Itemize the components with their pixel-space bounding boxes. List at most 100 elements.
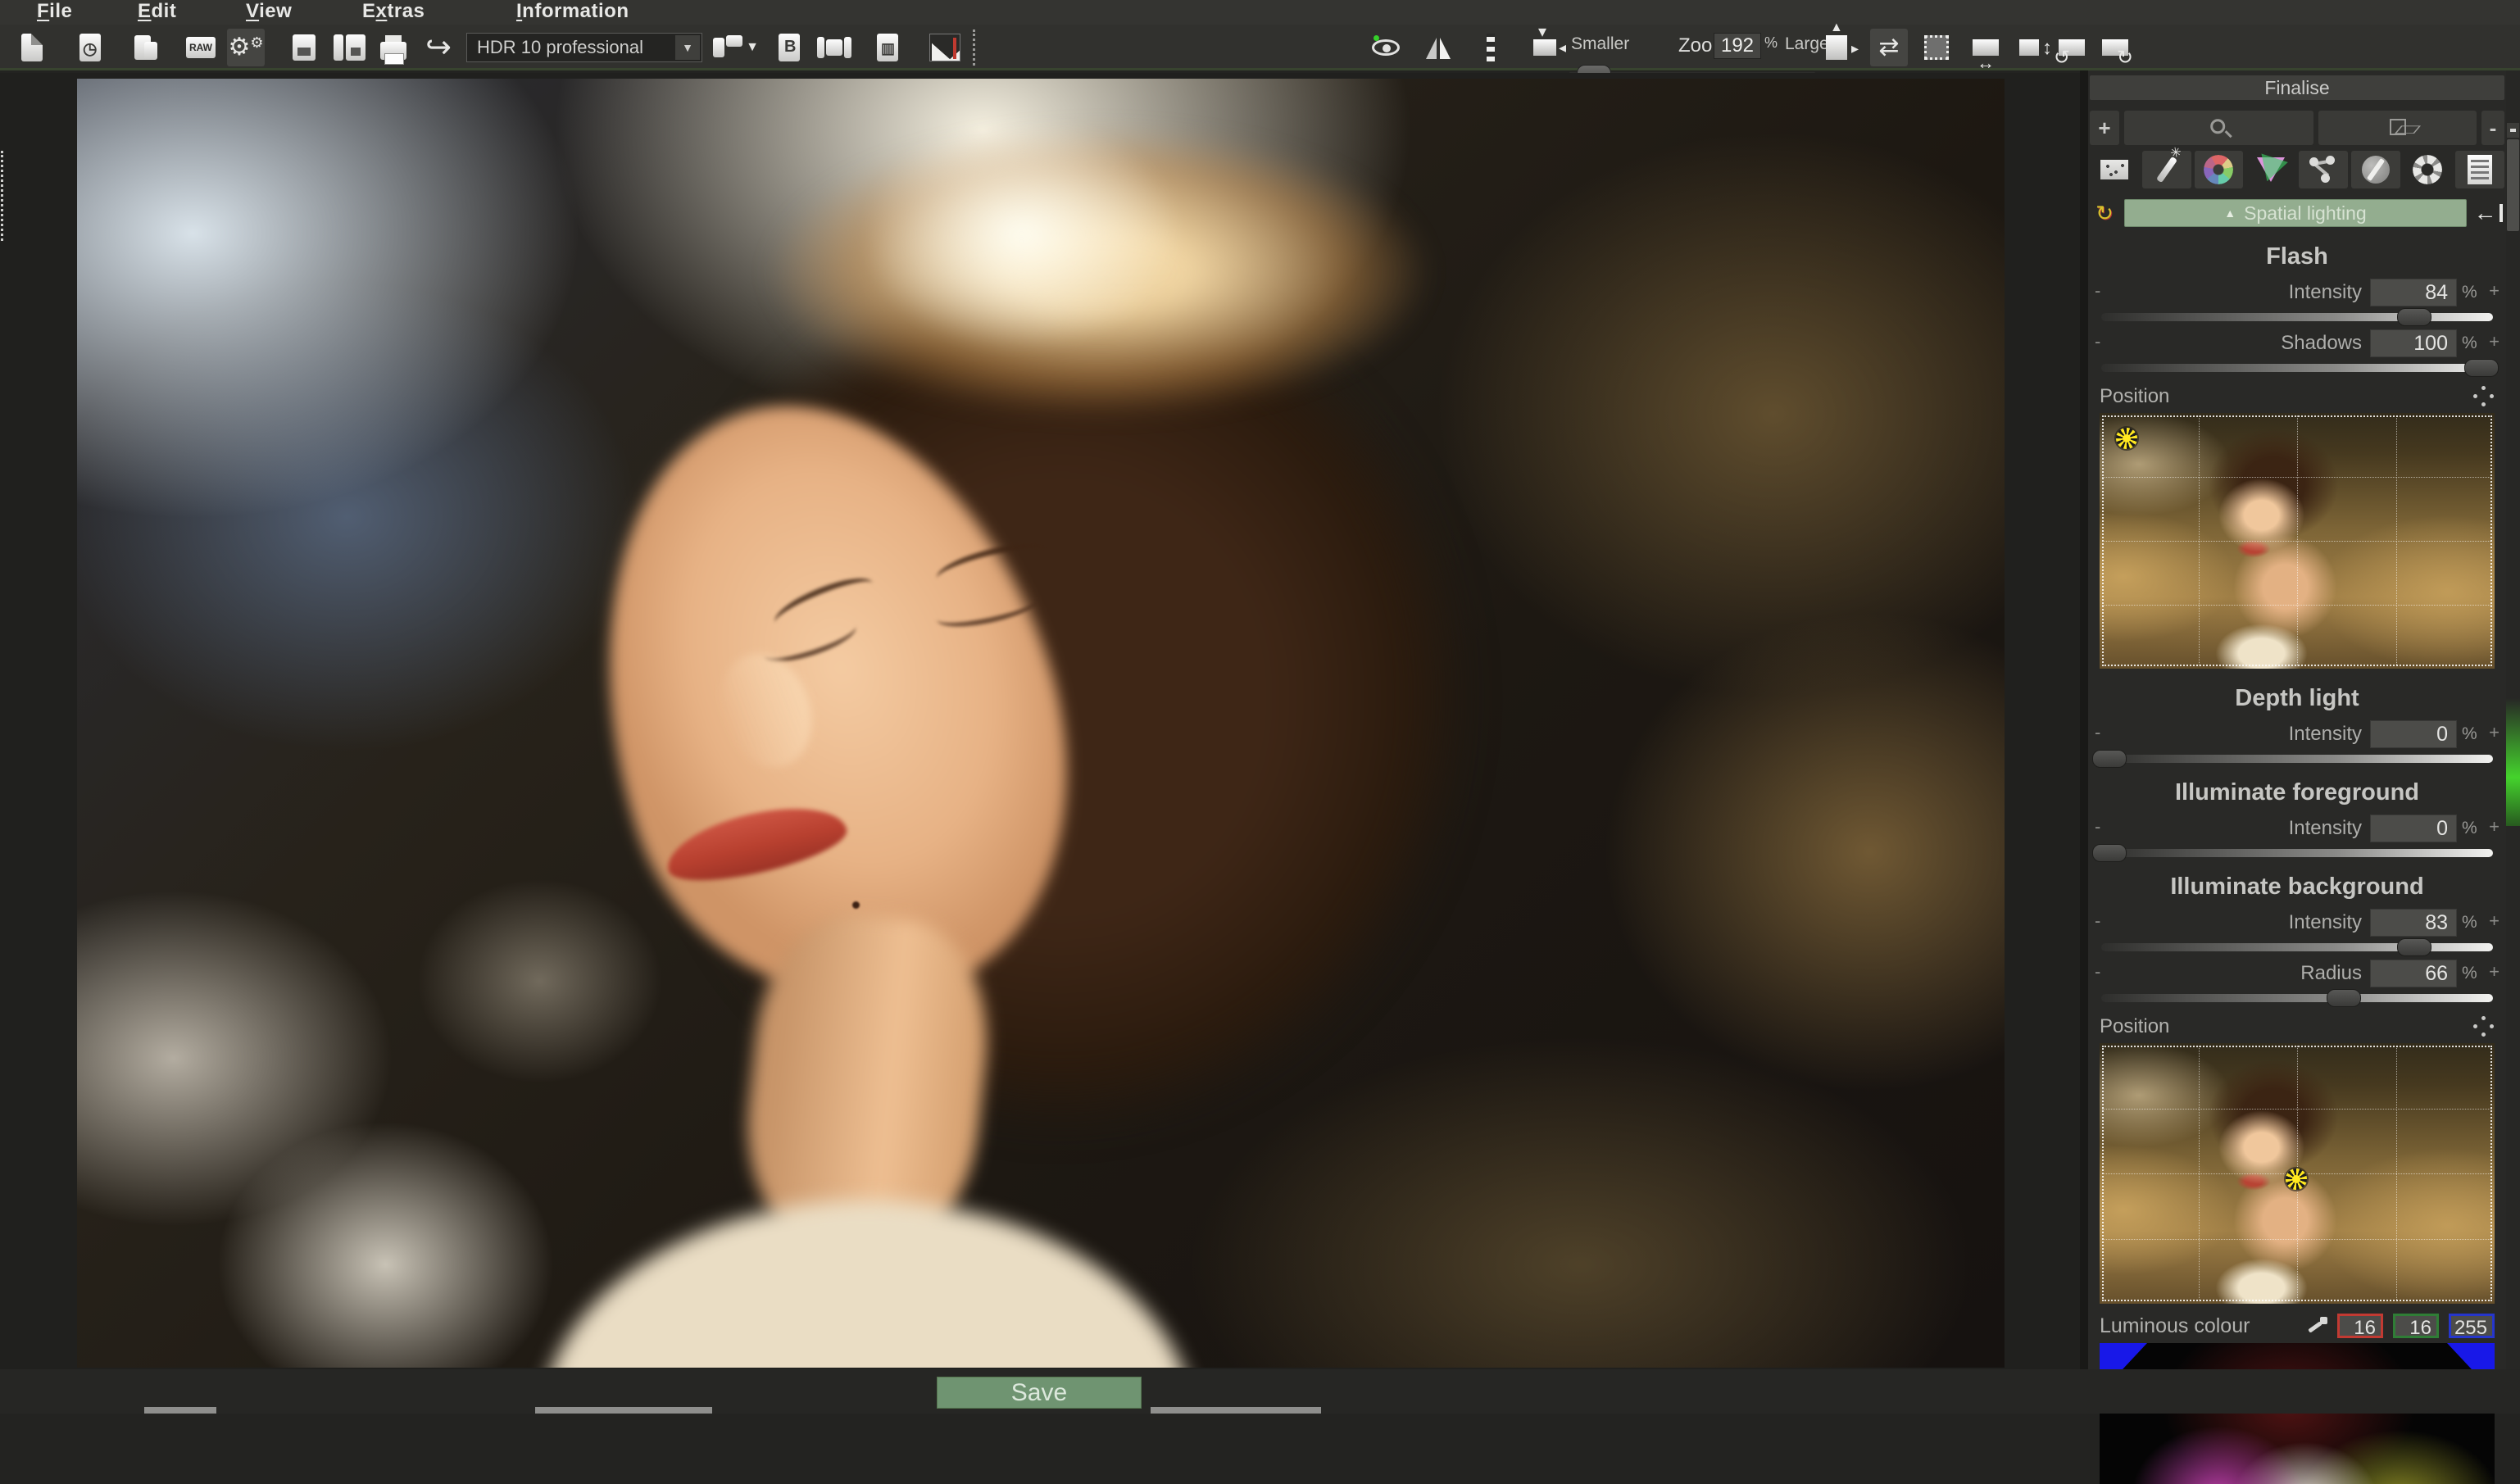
slider-thumb[interactable] [2092, 750, 2127, 768]
new-project-button[interactable] [13, 29, 51, 66]
node-graph-tool-button[interactable] [2299, 151, 2348, 188]
decrease-button[interactable]: - [2095, 961, 2100, 983]
slider-thumb[interactable] [2092, 844, 2127, 862]
decrease-button[interactable]: - [2095, 280, 2100, 302]
background-radius-value[interactable]: 66 [2370, 960, 2457, 987]
increase-button[interactable]: + [2489, 816, 2500, 837]
rotate-left-button[interactable] [2053, 29, 2091, 66]
increase-button[interactable]: + [2489, 331, 2500, 352]
zoom-value-input[interactable] [1714, 33, 1761, 59]
save-as-button[interactable] [330, 29, 368, 66]
menu-edit[interactable]: Edit [138, 0, 176, 25]
aperture-tool-button[interactable] [2404, 151, 2453, 188]
grain-tool-button[interactable] [2090, 151, 2139, 188]
slider-thumb[interactable] [2464, 359, 2499, 377]
flash-shadows-slider[interactable] [2101, 364, 2493, 372]
depth-intensity-slider[interactable] [2101, 755, 2493, 763]
layout-panels-button[interactable] [815, 29, 853, 66]
background-intensity-slider[interactable] [2101, 943, 2493, 951]
color-space-tool-button[interactable] [2246, 151, 2295, 188]
flash-intensity-value[interactable]: 84 [2370, 279, 2457, 306]
device-transfer-button[interactable]: ▼ [710, 29, 762, 66]
menu-information[interactable]: Information [516, 0, 629, 25]
histogram-button[interactable] [926, 29, 964, 66]
flash-position-thumbnail[interactable] [2100, 413, 2495, 669]
move-dots-icon[interactable] [2473, 386, 2495, 407]
photo-canvas[interactable] [77, 79, 2005, 1368]
dropdown-arrow-icon[interactable]: ▼ [675, 35, 700, 60]
device-icon [713, 38, 724, 57]
increase-button[interactable]: + [2489, 961, 2500, 983]
slider-label: Intensity [2100, 911, 2370, 934]
depth-intensity-value[interactable]: 0 [2370, 720, 2457, 748]
raw-converter-button[interactable]: RAW [182, 29, 220, 66]
print-button[interactable] [375, 29, 412, 66]
reset-category-button[interactable]: ↻ [2090, 199, 2119, 227]
menu-view[interactable]: View [246, 0, 292, 25]
report-tool-button[interactable] [2455, 151, 2504, 188]
paint-tool-button[interactable] [2351, 151, 2400, 188]
save-project-button[interactable] [285, 29, 323, 66]
rotate-tool-button[interactable]: ⇄ [1870, 29, 1908, 66]
post-processing-button[interactable]: ⚙⚙ [227, 29, 265, 66]
increase-button[interactable]: + [2489, 280, 2500, 302]
export-button[interactable]: ↪ [420, 29, 457, 66]
color-picker-icon[interactable] [2306, 1315, 2327, 1337]
increase-button[interactable]: + [2489, 722, 2500, 743]
flash-shadows-value[interactable]: 100 [2370, 329, 2457, 357]
remove-preset-button[interactable]: - [2481, 111, 2504, 145]
increase-button[interactable]: + [2489, 910, 2500, 932]
background-position-thumbnail[interactable] [2100, 1043, 2495, 1304]
scale-width-button[interactable] [1967, 29, 2005, 66]
left-panel-handle[interactable] [1, 151, 3, 241]
red-value[interactable]: 16 [2337, 1314, 2383, 1338]
crop-tool-button[interactable] [1918, 29, 1955, 66]
color-wheel-tool-button[interactable] [2195, 151, 2244, 188]
3d-view-button[interactable] [2318, 111, 2477, 145]
history-button[interactable]: ◷ [71, 29, 109, 66]
flash-intensity-slider[interactable] [2101, 313, 2493, 321]
checker-mask-icon [1487, 34, 1495, 61]
menu-file[interactable]: File [37, 0, 72, 25]
background-intensity-value[interactable]: 83 [2370, 909, 2457, 937]
light-source-marker[interactable] [2116, 428, 2137, 449]
foreground-intensity-value[interactable]: 0 [2370, 815, 2457, 842]
decrease-button[interactable]: - [2095, 722, 2100, 743]
slider-thumb[interactable] [2397, 308, 2431, 326]
category-header[interactable]: ▲ Spatial lighting [2124, 199, 2467, 227]
decrease-button[interactable]: - [2095, 816, 2100, 837]
add-preset-button[interactable]: + [2090, 111, 2119, 145]
background-radius-slider[interactable] [2101, 994, 2493, 1002]
mask-brush-button[interactable] [1472, 29, 1510, 66]
green-value[interactable]: 16 [2393, 1314, 2439, 1338]
magnifier-doc-icon: ▥ [877, 34, 898, 61]
retouch-tool-button[interactable] [2142, 151, 2191, 188]
scrollbar-button-top[interactable] [2507, 123, 2519, 138]
dock-panel-button[interactable]: ← [2472, 199, 2504, 227]
scale-height-button[interactable] [2010, 29, 2048, 66]
scrollbar-thumb[interactable] [2507, 139, 2519, 231]
slider-thumb[interactable] [2327, 989, 2361, 1007]
preview-toggle-button[interactable] [1367, 29, 1405, 66]
blue-value[interactable]: 255 [2449, 1314, 2495, 1338]
preset-dropdown[interactable]: HDR 10 professional ▼ [466, 33, 702, 62]
search-input[interactable] [2124, 111, 2313, 145]
light-source-marker[interactable] [2286, 1169, 2307, 1190]
luminous-colour-field[interactable] [2100, 1343, 2495, 1484]
slider-thumb[interactable] [2397, 938, 2431, 956]
rotate-right-button[interactable] [2096, 29, 2134, 66]
copy-settings-button[interactable] [127, 29, 165, 66]
decrease-button[interactable]: - [2095, 910, 2100, 932]
move-dots-icon[interactable] [2473, 1016, 2495, 1037]
snapshot-button[interactable] [1526, 29, 1564, 66]
preview-inspector-button[interactable]: ▥ [869, 29, 906, 66]
panel-scrollbar[interactable] [2506, 70, 2520, 1414]
batch-processing-button[interactable]: B [770, 29, 808, 66]
menu-extras[interactable]: Extras [362, 0, 425, 25]
mirror-button[interactable] [1419, 29, 1457, 66]
foreground-intensity-slider[interactable] [2101, 849, 2493, 857]
decrease-button[interactable]: - [2095, 331, 2100, 352]
fit-to-screen-button[interactable] [1818, 29, 1855, 66]
save-button[interactable]: Save [937, 1377, 1142, 1409]
floppy-split-icon [334, 34, 343, 61]
